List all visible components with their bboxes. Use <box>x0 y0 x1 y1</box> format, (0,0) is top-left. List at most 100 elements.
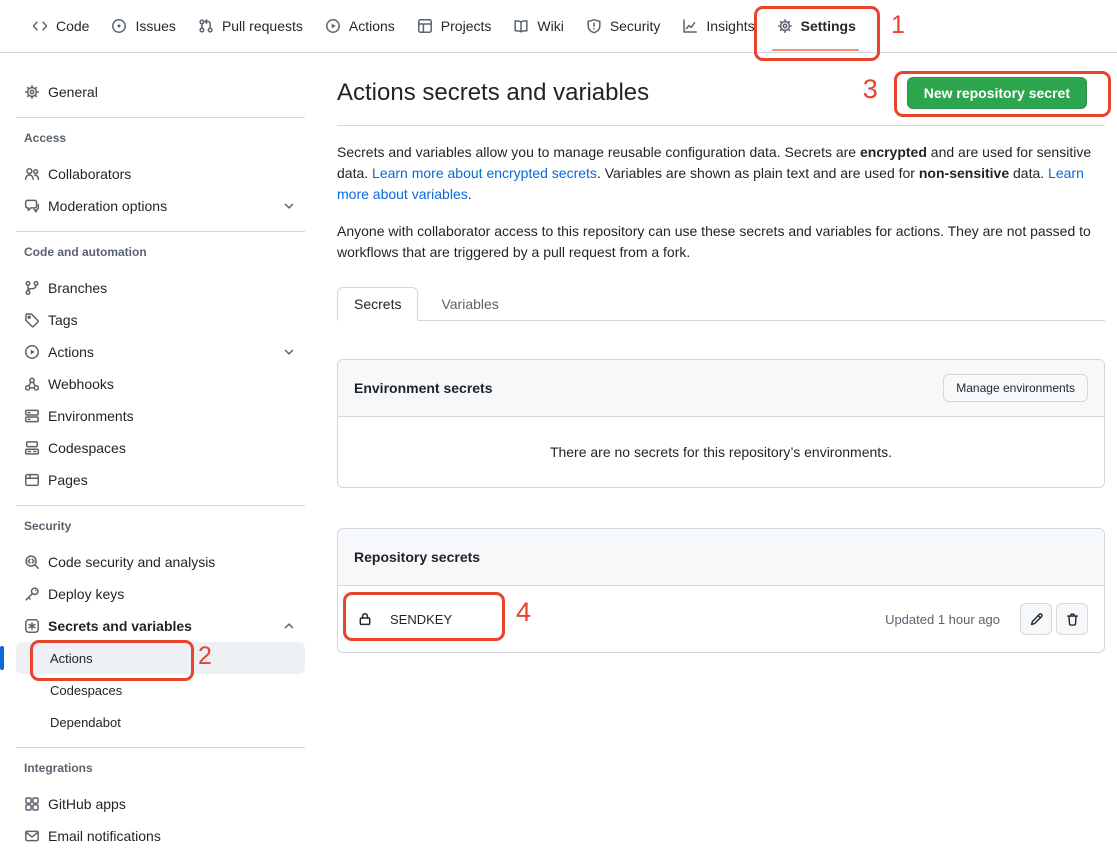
nav-tab-security-label: Security <box>610 18 661 34</box>
graph-icon <box>682 18 698 34</box>
book-icon <box>513 18 529 34</box>
sidebar-item-webhooks[interactable]: Webhooks <box>16 368 305 400</box>
nav-tab-insights-label: Insights <box>706 18 754 34</box>
intro-text: . Variables are shown as plain text and … <box>597 165 919 181</box>
repository-secrets-card: Repository secrets SENDKEY 4 Updated 1 h… <box>337 528 1105 653</box>
key-asterisk-icon <box>24 618 40 634</box>
code-icon <box>32 18 48 34</box>
sidebar-item-actions-label: Actions <box>48 344 94 360</box>
nav-tab-wiki[interactable]: Wiki <box>502 10 574 42</box>
secrets-variables-tabs: Secrets Variables <box>337 287 1105 321</box>
sidebar-item-branches[interactable]: Branches <box>16 272 305 304</box>
sidebar-item-general-label: General <box>48 84 98 100</box>
sidebar-item-code-security-label: Code security and analysis <box>48 554 215 570</box>
webhook-icon <box>24 376 40 392</box>
nav-tab-insights[interactable]: Insights <box>671 10 765 42</box>
page-title: Actions secrets and variables <box>337 77 649 108</box>
sidebar-item-tags[interactable]: Tags <box>16 304 305 336</box>
nav-tab-pull-requests[interactable]: Pull requests <box>187 10 314 42</box>
new-repository-secret-button[interactable]: New repository secret <box>907 77 1087 109</box>
sidebar-item-actions[interactable]: Actions <box>16 336 305 368</box>
sidebar-section-integrations: Integrations <box>16 761 305 775</box>
key-icon <box>24 586 40 602</box>
sidebar-item-moderation-options-label: Moderation options <box>48 198 167 214</box>
apps-icon <box>24 796 40 812</box>
sidebar-item-branches-label: Branches <box>48 280 107 296</box>
secret-name: SENDKEY <box>390 612 452 627</box>
nav-tab-code[interactable]: Code <box>21 10 100 42</box>
edit-secret-button[interactable] <box>1020 603 1052 635</box>
server-icon <box>24 408 40 424</box>
github-repo-settings-page: Code Issues Pull requests Actions Projec… <box>0 0 1117 867</box>
settings-sidebar: General Access Collaborators Moderation … <box>0 53 321 862</box>
sidebar-item-general[interactable]: General <box>16 76 305 108</box>
active-tab-underline <box>772 49 859 51</box>
collaborator-access-paragraph: Anyone with collaborator access to this … <box>337 221 1105 263</box>
tag-icon <box>24 312 40 328</box>
sidebar-item-github-apps[interactable]: GitHub apps <box>16 788 305 820</box>
sidebar-item-environments-label: Environments <box>48 408 134 424</box>
pencil-icon <box>1029 612 1044 627</box>
chevron-up-icon <box>281 618 297 634</box>
sidebar-item-pages[interactable]: Pages <box>16 464 305 496</box>
git-branch-icon <box>24 280 40 296</box>
nav-tab-issues[interactable]: Issues <box>100 10 186 42</box>
delete-secret-button[interactable] <box>1056 603 1088 635</box>
environment-secrets-card: Environment secrets Manage environments … <box>337 359 1105 488</box>
nav-tab-actions[interactable]: Actions <box>314 10 406 42</box>
sidebar-subitem-codespaces[interactable]: Codespaces <box>16 674 305 706</box>
intro-text: Secrets and variables allow you to manag… <box>337 144 860 160</box>
sidebar-item-github-apps-label: GitHub apps <box>48 796 126 812</box>
sidebar-item-deploy-keys-label: Deploy keys <box>48 586 124 602</box>
sidebar-divider <box>16 505 305 506</box>
nav-tab-security[interactable]: Security <box>575 10 672 42</box>
sidebar-item-email-notifications[interactable]: Email notifications <box>16 820 305 852</box>
environment-secrets-empty-state: There are no secrets for this repository… <box>338 417 1104 487</box>
sidebar-item-moderation-options[interactable]: Moderation options <box>16 190 305 222</box>
sidebar-divider <box>16 231 305 232</box>
settings-layout: General Access Collaborators Moderation … <box>0 53 1117 862</box>
learn-more-encrypted-secrets-link[interactable]: Learn more about encrypted secrets <box>372 165 597 181</box>
secret-name-group: SENDKEY <box>354 611 452 627</box>
nav-tab-projects[interactable]: Projects <box>406 10 503 42</box>
browser-icon <box>24 472 40 488</box>
sidebar-item-deploy-keys[interactable]: Deploy keys <box>16 578 305 610</box>
nav-tab-settings[interactable]: Settings <box>766 10 867 42</box>
annotation-number-4: 4 <box>516 599 531 626</box>
sidebar-section-access: Access <box>16 131 305 145</box>
tab-variables[interactable]: Variables <box>427 288 512 320</box>
play-icon <box>325 18 341 34</box>
shield-icon <box>586 18 602 34</box>
sidebar-divider <box>16 117 305 118</box>
trash-icon <box>1065 612 1080 627</box>
nav-tab-issues-label: Issues <box>135 18 175 34</box>
manage-environments-button[interactable]: Manage environments <box>943 374 1088 402</box>
sidebar-item-code-security[interactable]: Code security and analysis <box>16 546 305 578</box>
gear-icon <box>24 84 40 100</box>
nav-tab-settings-label: Settings <box>801 18 856 34</box>
tab-secrets[interactable]: Secrets <box>337 287 418 321</box>
sidebar-subitem-dependabot[interactable]: Dependabot <box>16 706 305 738</box>
intro-bold-non-sensitive: non-sensitive <box>919 165 1009 181</box>
annotation-number-2: 2 <box>198 644 212 669</box>
nav-tab-settings-wrap: Settings 1 <box>766 10 867 42</box>
repository-secrets-title: Repository secrets <box>354 549 480 565</box>
intro-bold-encrypted: encrypted <box>860 144 927 160</box>
sidebar-item-codespaces[interactable]: Codespaces <box>16 432 305 464</box>
sidebar-section-security: Security <box>16 519 305 533</box>
codescan-icon <box>24 554 40 570</box>
sidebar-item-secrets-and-variables[interactable]: Secrets and variables <box>16 610 305 642</box>
annotation-number-1: 1 <box>891 13 905 38</box>
sidebar-subitem-actions-selected[interactable]: Actions 2 <box>16 642 305 674</box>
sidebar-item-webhooks-label: Webhooks <box>48 376 114 392</box>
sidebar-item-collaborators[interactable]: Collaborators <box>16 158 305 190</box>
nav-tab-pull-requests-label: Pull requests <box>222 18 303 34</box>
intro-paragraph: Secrets and variables allow you to manag… <box>337 142 1105 205</box>
nav-tab-code-label: Code <box>56 18 89 34</box>
repo-tab-nav: Code Issues Pull requests Actions Projec… <box>0 0 1117 53</box>
sidebar-item-environments[interactable]: Environments <box>16 400 305 432</box>
intro-text: data. <box>1009 165 1048 181</box>
sidebar-item-tags-label: Tags <box>48 312 78 328</box>
codespaces-icon <box>24 440 40 456</box>
secret-row-sendkey: SENDKEY 4 Updated 1 hour ago <box>338 586 1104 652</box>
